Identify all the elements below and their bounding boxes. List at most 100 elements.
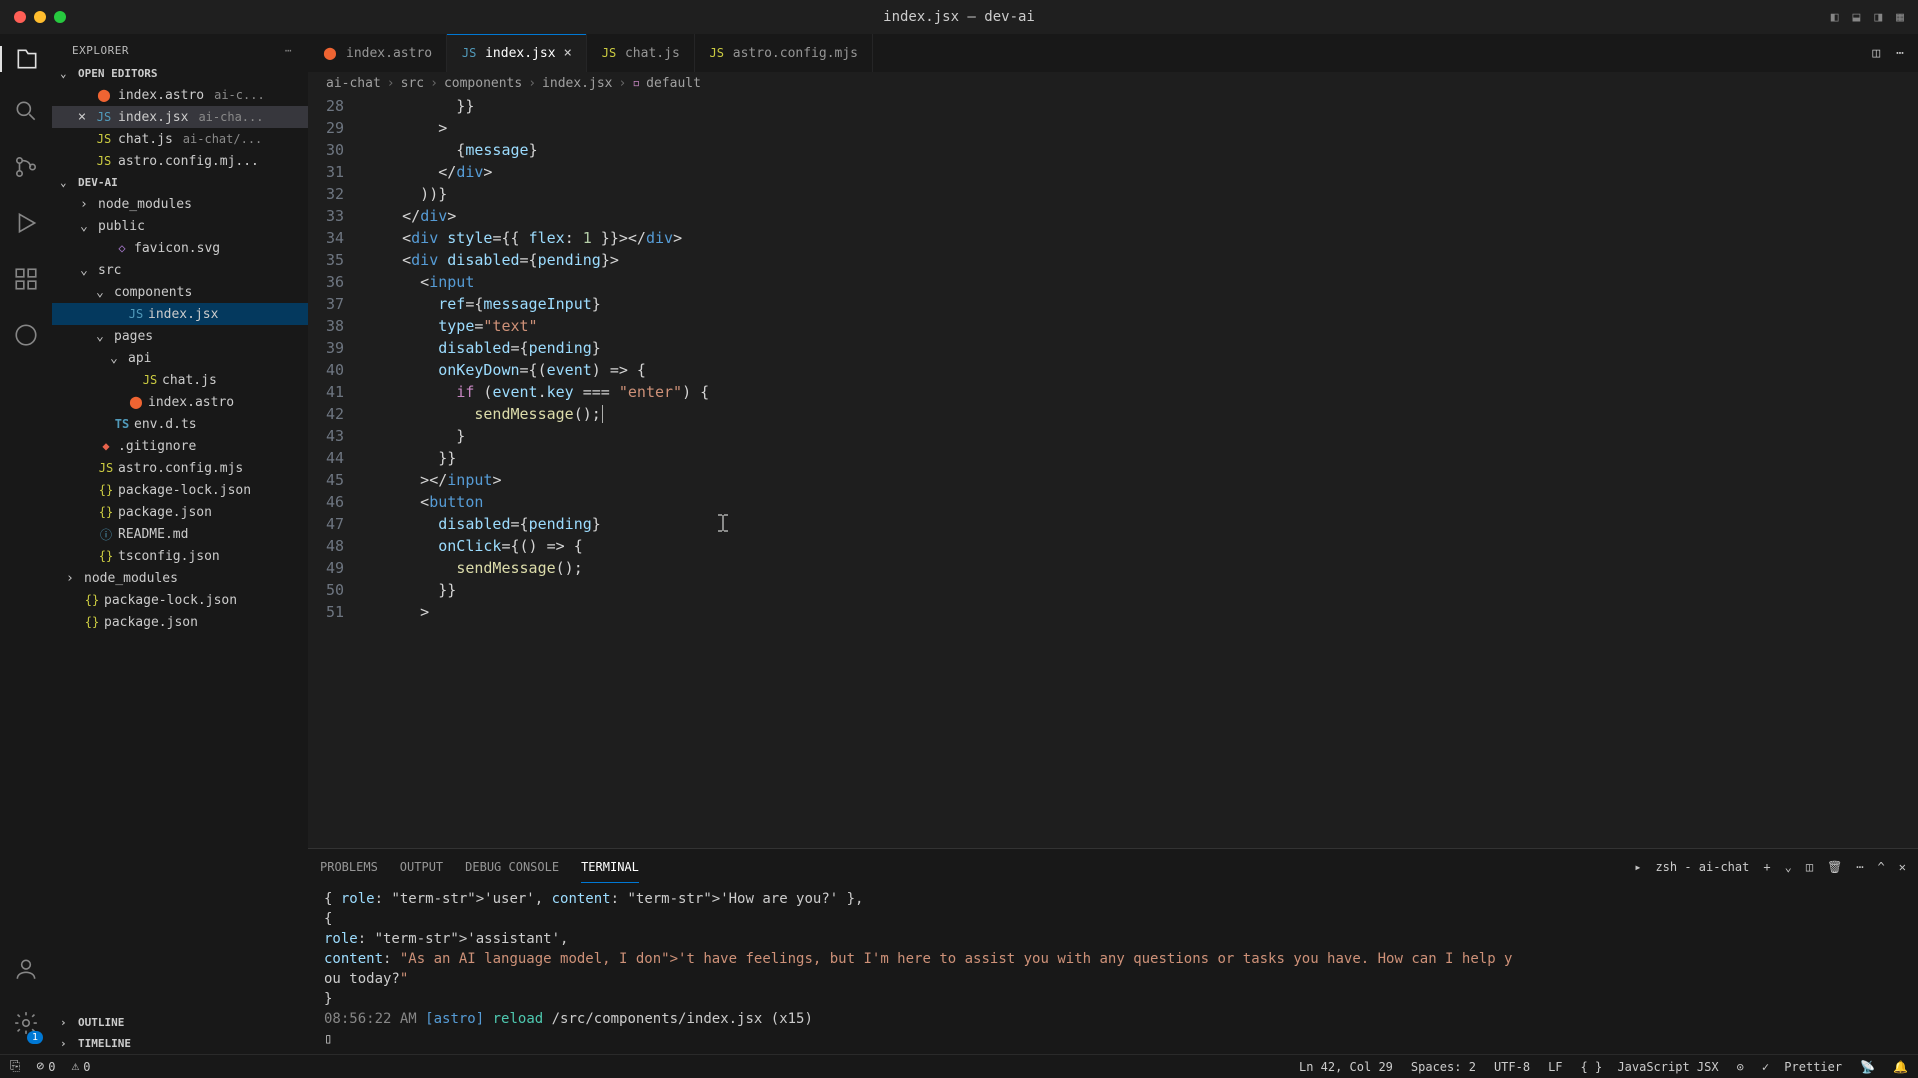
tree-file[interactable]: {}tsconfig.json (52, 545, 308, 567)
source-control-icon[interactable] (13, 154, 39, 184)
tree-file[interactable]: TSenv.d.ts (52, 413, 308, 435)
errors-count[interactable]: ⊘0 (36, 1059, 55, 1074)
window-close-button[interactable] (14, 11, 26, 23)
editor-tab[interactable]: JSastro.config.mjs (695, 34, 873, 72)
line-number: 43 (308, 425, 344, 447)
breadcrumb-item[interactable]: src (401, 76, 424, 91)
editor-tab[interactable]: JSchat.js (587, 34, 695, 72)
tree-file[interactable]: {}package-lock.json (52, 479, 308, 501)
feedback-icon[interactable]: 📡 (1860, 1060, 1875, 1074)
breadcrumbs[interactable]: ai-chat›src›components›index.jsx›▫ defau… (308, 72, 1918, 95)
code-line: if (event.key === "enter") { (366, 381, 1918, 403)
remote-icon[interactable] (13, 322, 39, 352)
encoding-info[interactable]: UTF-8 (1494, 1060, 1530, 1074)
editor-tab[interactable]: JSindex.jsx× (447, 34, 587, 72)
code-line: <input (366, 271, 1918, 293)
code-line: </div> (366, 161, 1918, 183)
tree-folder[interactable]: ⌄public (52, 215, 308, 237)
timeline-section[interactable]: › TIMELINE (52, 1033, 308, 1054)
tree-file[interactable]: ◇favicon.svg (52, 237, 308, 259)
breadcrumb-item[interactable]: default (646, 76, 701, 91)
tree-file[interactable]: JSchat.js (52, 369, 308, 391)
terminal-body[interactable]: { role: "term-str">'user', content: "ter… (308, 885, 1918, 1054)
open-editor-item[interactable]: JSastro.config.mj... (52, 150, 308, 172)
open-editor-item[interactable]: ×JSindex.jsxai-cha... (52, 106, 308, 128)
new-terminal-icon[interactable]: + (1763, 860, 1770, 874)
notifications-icon[interactable]: 🔔 (1893, 1060, 1908, 1074)
tree-file[interactable]: JSindex.jsx (52, 303, 308, 325)
close-panel-icon[interactable]: ✕ (1899, 860, 1906, 874)
panel-tab[interactable]: DEBUG CONSOLE (465, 852, 559, 883)
tree-folder[interactable]: ⌄api (52, 347, 308, 369)
tree-folder[interactable]: ›node_modules (52, 567, 308, 589)
split-terminal-icon[interactable]: ◫ (1806, 860, 1813, 874)
traffic-lights (14, 11, 66, 23)
account-icon[interactable] (13, 956, 39, 986)
code-line: > (366, 601, 1918, 623)
search-icon[interactable] (13, 98, 39, 128)
open-editor-item[interactable]: ⬤index.astroai-c... (52, 84, 308, 106)
explorer-icon[interactable] (0, 46, 52, 72)
breadcrumb-item[interactable]: components (444, 76, 522, 91)
split-editor-icon[interactable]: ◫ (1872, 46, 1880, 61)
indent-info[interactable]: Spaces: 2 (1411, 1060, 1476, 1074)
tree-file[interactable]: ⬤index.astro (52, 391, 308, 413)
shell-label[interactable]: zsh - ai-chat (1655, 860, 1749, 874)
eol-info[interactable]: LF (1548, 1060, 1562, 1074)
panel-bottom-icon[interactable]: ⬓ (1853, 10, 1861, 25)
open-editors-section[interactable]: ⌄ OPEN EDITORS (52, 63, 308, 84)
warnings-count[interactable]: ⚠0 (71, 1059, 90, 1074)
layout-customize-icon[interactable]: ▦ (1896, 10, 1904, 25)
terminal-dropdown-icon[interactable]: ⌄ (1785, 860, 1792, 874)
run-debug-icon[interactable] (13, 210, 39, 240)
copilot-icon[interactable]: ⊙ (1737, 1060, 1744, 1074)
tree-file[interactable]: ⓘREADME.md (52, 523, 308, 545)
terminal-shell-icon[interactable]: ▸ (1634, 860, 1641, 874)
workspace-section[interactable]: ⌄ DEV-AI (52, 172, 308, 193)
outline-section[interactable]: › OUTLINE (52, 1012, 308, 1033)
maximize-panel-icon[interactable]: ^ (1878, 860, 1885, 874)
remote-indicator[interactable]: ⎘ (10, 1059, 20, 1074)
settings-gear-icon[interactable] (13, 1010, 39, 1040)
line-number: 42 (308, 403, 344, 425)
panel-left-icon[interactable]: ◧ (1831, 10, 1839, 25)
code-line: ></input> (366, 469, 1918, 491)
prettier-status[interactable]: ✓ Prettier (1762, 1060, 1842, 1074)
tree-label: node_modules (98, 197, 192, 212)
panel-right-icon[interactable]: ◨ (1874, 10, 1882, 25)
more-actions-icon[interactable]: ⋯ (285, 44, 292, 57)
terminal-cursor: ▯ (324, 1029, 1902, 1049)
more-actions-icon[interactable]: ⋯ (1856, 860, 1863, 874)
window-minimize-button[interactable] (34, 11, 46, 23)
tree-folder[interactable]: ⌄components (52, 281, 308, 303)
open-editor-item[interactable]: JSchat.jsai-chat/... (52, 128, 308, 150)
cursor-position[interactable]: Ln 42, Col 29 (1299, 1060, 1393, 1074)
tree-folder[interactable]: ›node_modules (52, 193, 308, 215)
tab-label: index.jsx (485, 46, 555, 61)
panel-tab[interactable]: OUTPUT (400, 852, 443, 883)
extensions-icon[interactable] (13, 266, 39, 296)
more-actions-icon[interactable]: ⋯ (1896, 46, 1904, 61)
line-number: 45 (308, 469, 344, 491)
panel-tab[interactable]: PROBLEMS (320, 852, 378, 883)
breadcrumb-item[interactable]: ai-chat (326, 76, 381, 91)
close-tab-icon[interactable]: × (564, 45, 572, 61)
tree-folder[interactable]: ⌄src (52, 259, 308, 281)
tree-file[interactable]: {}package.json (52, 611, 308, 633)
close-icon[interactable]: × (74, 109, 90, 125)
tree-file[interactable]: {}package.json (52, 501, 308, 523)
panel-tab[interactable]: TERMINAL (581, 852, 639, 883)
tree-file[interactable]: {}package-lock.json (52, 589, 308, 611)
editor-tab[interactable]: ⬤index.astro (308, 34, 447, 72)
section-label: OPEN EDITORS (78, 67, 157, 80)
tree-file[interactable]: JSastro.config.mjs (52, 457, 308, 479)
sidebar: EXPLORER ⋯ ⌄ OPEN EDITORS ⬤index.astroai… (52, 34, 308, 1054)
breadcrumb-item[interactable]: index.jsx (542, 76, 612, 91)
language-mode[interactable]: { } JavaScript JSX (1581, 1060, 1719, 1074)
window-maximize-button[interactable] (54, 11, 66, 23)
tree-file[interactable]: ◆.gitignore (52, 435, 308, 457)
file-icon: ⬤ (96, 88, 112, 102)
trash-icon[interactable]: 🗑 (1827, 860, 1842, 874)
tree-folder[interactable]: ⌄pages (52, 325, 308, 347)
code-editor[interactable]: 2829303132333435363738394041424344454647… (308, 95, 1918, 848)
